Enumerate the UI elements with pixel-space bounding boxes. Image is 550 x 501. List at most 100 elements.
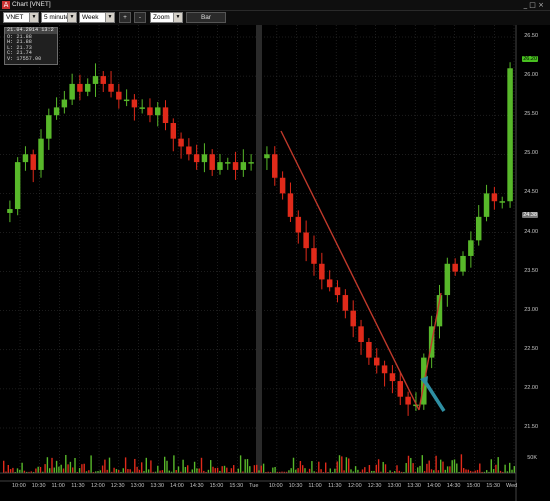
volume-bar xyxy=(233,465,235,473)
volume-bar xyxy=(297,468,299,473)
volume-bar xyxy=(113,467,115,473)
volume-bar xyxy=(198,468,200,473)
volume-bar xyxy=(336,461,338,473)
price-bar xyxy=(491,193,498,202)
price-bar xyxy=(452,263,458,272)
volume-bar xyxy=(101,465,104,473)
volume-bar xyxy=(382,461,384,473)
period-value: Week xyxy=(82,14,99,21)
volume-bar xyxy=(207,469,210,473)
volume-bar xyxy=(115,469,118,473)
volume-bar xyxy=(90,455,92,473)
zoom-in-button[interactable]: + xyxy=(119,12,131,23)
volume-bar xyxy=(421,455,423,473)
chevron-down-icon[interactable]: ▼ xyxy=(29,13,38,22)
volume-bar xyxy=(106,469,108,473)
price-bar xyxy=(405,396,411,405)
price-bar xyxy=(92,76,99,84)
period-combobox[interactable]: Week ▼ xyxy=(79,12,115,23)
time-tick-label: 15:00 xyxy=(466,483,481,489)
price-bar xyxy=(7,209,13,213)
time-tick-label: 13:30 xyxy=(150,483,165,489)
last-price-tag: 26.20 xyxy=(522,56,538,62)
session-separator xyxy=(256,25,262,473)
volume-bar xyxy=(3,460,5,473)
volume-bar xyxy=(191,469,193,473)
volume-bar xyxy=(253,465,256,473)
volume-bar xyxy=(175,469,177,473)
price-bar xyxy=(272,154,278,178)
price-bar xyxy=(248,162,254,164)
volume-bar xyxy=(72,467,74,473)
volume-bar xyxy=(479,463,481,473)
volume-bar xyxy=(39,466,42,473)
price-bar xyxy=(475,216,482,241)
volume-bar xyxy=(157,465,159,473)
volume-bar xyxy=(223,465,226,473)
volume-bar xyxy=(58,466,60,473)
volume-bar xyxy=(62,468,65,473)
time-tick-label: 11:30 xyxy=(328,483,342,489)
price-bar xyxy=(444,263,451,296)
window-titlebar: A Chart [VNET] _ □ × xyxy=(0,0,550,11)
volume-bar xyxy=(405,463,407,473)
volume-bar xyxy=(384,464,387,473)
price-bar xyxy=(209,154,215,170)
price-tick-label: 22.50 xyxy=(524,345,538,352)
price-tick-label: 26.00 xyxy=(524,72,538,79)
symbol-combobox[interactable]: VNET ▼ xyxy=(3,12,39,23)
volume-bar xyxy=(99,470,101,473)
chevron-down-icon[interactable]: ▼ xyxy=(67,13,76,22)
price-bar xyxy=(178,138,184,147)
chart-style-button[interactable]: Bar xyxy=(186,12,226,23)
volume-bar xyxy=(318,461,320,473)
volume-bar xyxy=(375,464,377,473)
volume-bar xyxy=(274,466,276,473)
volume-bar xyxy=(435,455,437,473)
volume-bar xyxy=(7,464,9,473)
volume-bar xyxy=(428,460,430,473)
price-tick-label: 22.00 xyxy=(524,384,538,391)
price-bar xyxy=(139,107,145,109)
volume-bar xyxy=(338,455,341,473)
price-bar xyxy=(225,162,231,164)
price-bar xyxy=(460,255,466,272)
volume-bar xyxy=(69,461,72,473)
zoom-mode-combobox[interactable]: Zoom ▼ xyxy=(150,12,183,23)
window-controls[interactable]: _ □ × xyxy=(524,1,544,9)
volume-bar xyxy=(262,463,265,473)
volume-bar xyxy=(129,469,131,473)
volume-bar xyxy=(81,464,83,473)
price-bar xyxy=(358,326,364,342)
ohlc-info-box: 21.04.2014 13:2 O: 21.88 H: 21.88 L: 21.… xyxy=(4,27,58,65)
time-tick-label: 15:00 xyxy=(209,483,224,489)
volume-bar xyxy=(504,464,506,473)
time-tick-label: Wed xyxy=(506,483,518,489)
volume-bar xyxy=(272,467,274,473)
volume-bar xyxy=(145,457,147,473)
window-title: Chart [VNET] xyxy=(12,1,51,8)
price-tick-label: 26.50 xyxy=(524,33,538,39)
volume-bar xyxy=(513,466,515,473)
time-tick-label: 13:00 xyxy=(130,483,145,489)
price-bar xyxy=(116,91,122,100)
volume-bar xyxy=(212,466,214,473)
time-tick-label: Tue xyxy=(249,483,259,489)
volume-bar xyxy=(396,465,398,473)
volume-bar xyxy=(104,459,106,473)
zoom-out-button[interactable]: - xyxy=(134,12,146,23)
volume-bar xyxy=(19,469,21,473)
volume-bar xyxy=(67,464,69,473)
symbol-value: VNET xyxy=(6,14,24,21)
time-tick-label: 14:00 xyxy=(170,483,184,489)
interval-combobox[interactable]: 5 minutes ▼ xyxy=(41,12,77,23)
chevron-down-icon[interactable]: ▼ xyxy=(173,13,182,22)
price-bar xyxy=(193,154,200,163)
volume-bar xyxy=(184,466,187,473)
price-bar xyxy=(170,123,177,139)
price-chart[interactable] xyxy=(0,25,550,501)
chevron-down-icon[interactable]: ▼ xyxy=(105,13,114,22)
volume-bar xyxy=(511,469,513,473)
time-tick-label: 15:30 xyxy=(486,483,500,489)
volume-bar xyxy=(430,469,433,473)
